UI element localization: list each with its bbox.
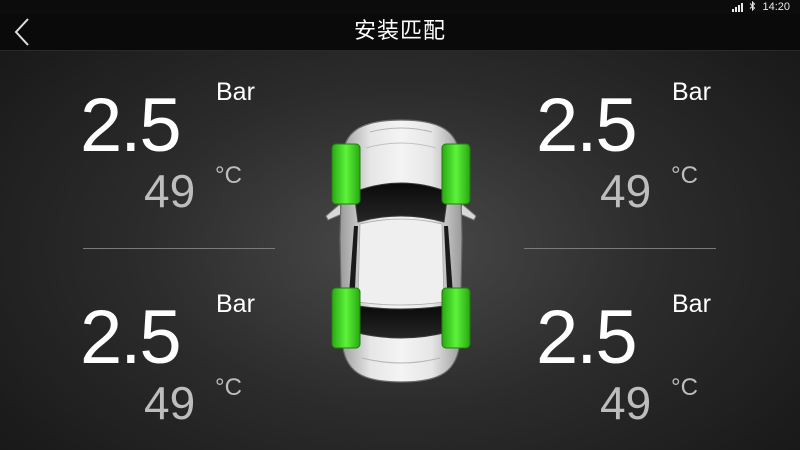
signal-icon	[732, 2, 744, 12]
car-top-view	[320, 118, 482, 386]
pressure-value: 2.5	[80, 83, 182, 168]
pressure-unit: Bar	[672, 78, 711, 106]
bluetooth-icon	[749, 0, 756, 14]
pressure-value: 2.5	[536, 295, 638, 380]
temperature-value: 49	[144, 165, 196, 217]
status-indicators: 14:20	[732, 0, 790, 14]
page-title: 安装匹配	[353, 19, 446, 44]
tire-rear-left: 2.5 Bar 49 °C	[80, 290, 300, 450]
temperature-value: 49	[144, 377, 196, 429]
temperature-unit: °C	[215, 374, 242, 401]
divider-left	[83, 248, 275, 249]
temperature-unit: °C	[215, 162, 242, 189]
tire-indicator-rear-left	[331, 287, 361, 349]
tire-indicator-front-right	[441, 143, 471, 205]
tire-indicator-front-left	[331, 143, 361, 205]
pressure-unit: Bar	[216, 78, 255, 106]
tire-indicator-rear-right	[441, 287, 471, 349]
pressure-value: 2.5	[80, 295, 182, 380]
tire-front-right: 2.5 Bar 49 °C	[536, 78, 756, 238]
status-bar: 14:20	[0, 0, 800, 14]
tire-rear-right: 2.5 Bar 49 °C	[536, 290, 756, 450]
temperature-value: 49	[600, 165, 652, 217]
divider-right	[524, 248, 716, 249]
temperature-value: 49	[600, 377, 652, 429]
status-time: 14:20	[762, 1, 790, 13]
pressure-unit: Bar	[672, 290, 711, 318]
pressure-value: 2.5	[536, 83, 638, 168]
temperature-unit: °C	[671, 374, 698, 401]
tire-front-left: 2.5 Bar 49 °C	[80, 78, 300, 238]
pressure-unit: Bar	[216, 290, 255, 318]
temperature-unit: °C	[671, 162, 698, 189]
title-bar: 安装匹配	[0, 14, 800, 51]
